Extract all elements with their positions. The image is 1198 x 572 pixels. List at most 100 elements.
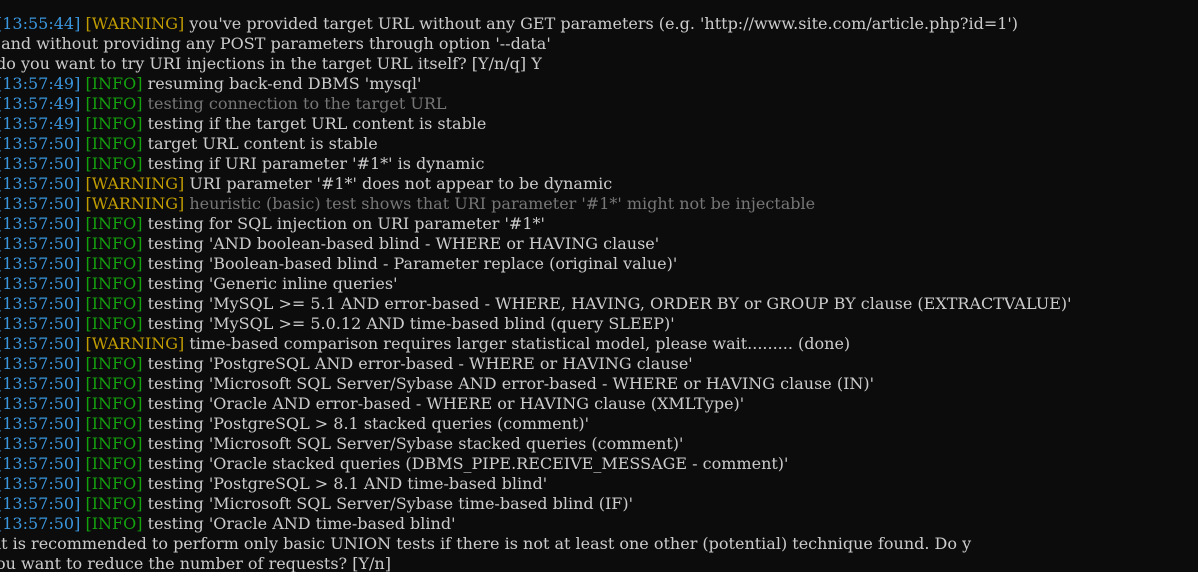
log-level-badge: INFO	[91, 94, 137, 113]
log-message: testing 'Oracle stacked queries (DBMS_PI…	[147, 454, 789, 473]
log-timestamp: 13:57:50	[2, 394, 75, 413]
log-timestamp: 13:57:50	[2, 134, 75, 153]
log-line: [13:57:50] [INFO] testing 'Microsoft SQL…	[0, 434, 684, 453]
log-level-badge: INFO	[91, 274, 137, 293]
log-timestamp: 13:57:50	[2, 414, 75, 433]
log-line: [13:57:50] [INFO] testing 'PostgreSQL AN…	[0, 354, 693, 373]
log-line: [13:57:50] [INFO] testing 'Oracle AND ti…	[0, 514, 456, 533]
log-line: [13:57:50] [INFO] testing 'Microsoft SQL…	[0, 374, 875, 393]
log-timestamp: 13:57:50	[2, 454, 75, 473]
log-message: testing 'Oracle AND error-based - WHERE …	[147, 394, 745, 413]
log-timestamp: 13:57:50	[2, 434, 75, 453]
console-text-line: do you want to try URI injections in the…	[0, 54, 542, 74]
log-timestamp: 13:57:49	[2, 94, 75, 113]
log-level-badge: WARNING	[91, 174, 179, 193]
log-timestamp: 13:57:50	[2, 214, 75, 233]
log-line: [13:57:50] [WARNING] heuristic (basic) t…	[0, 194, 816, 213]
log-line: [13:57:50] [INFO] testing for SQL inject…	[0, 214, 545, 233]
log-line: [13:57:49] [INFO] testing connection to …	[0, 94, 447, 113]
console-text-line: ou want to reduce the number of requests…	[0, 554, 391, 572]
log-timestamp: 13:57:50	[2, 254, 75, 273]
log-message: testing if the target URL content is sta…	[147, 114, 487, 133]
console-text: do you want to try URI injections in the…	[0, 54, 542, 73]
log-line: [13:57:50] [INFO] testing 'AND boolean-b…	[0, 234, 660, 253]
log-level-badge: INFO	[91, 414, 137, 433]
log-level-badge: INFO	[91, 454, 137, 473]
log-level-badge: INFO	[91, 214, 137, 233]
log-line: [13:57:50] [INFO] testing 'PostgreSQL > …	[0, 414, 590, 433]
log-level-badge: INFO	[91, 514, 137, 533]
log-timestamp: 13:57:50	[2, 354, 75, 373]
console-text-line: and without providing any POST parameter…	[0, 34, 551, 54]
log-line: [13:57:50] [INFO] testing 'MySQL >= 5.0.…	[0, 314, 675, 333]
log-level-badge: INFO	[91, 494, 137, 513]
log-message: testing 'PostgreSQL AND error-based - WH…	[147, 354, 693, 373]
log-line: [13:57:50] [INFO] testing 'Oracle AND er…	[0, 394, 745, 413]
log-level-badge: INFO	[91, 354, 137, 373]
log-line: [13:57:49] [INFO] resuming back-end DBMS…	[0, 74, 422, 93]
console-text: ou want to reduce the number of requests…	[0, 554, 391, 572]
log-timestamp: 13:57:50	[2, 494, 75, 513]
log-message: testing 'Oracle AND time-based blind'	[147, 514, 456, 533]
log-line: [13:57:50] [WARNING] URI parameter '#1*'…	[0, 174, 613, 193]
log-message: you've provided target URL without any G…	[189, 14, 1019, 33]
log-timestamp: 13:57:50	[2, 334, 75, 353]
log-message: testing 'Generic inline queries'	[147, 274, 398, 293]
log-message: testing 'MySQL >= 5.1 AND error-based - …	[147, 294, 1072, 313]
log-message: testing 'Microsoft SQL Server/Sybase tim…	[147, 494, 634, 513]
log-line: [13:57:50] [INFO] testing 'Generic inlin…	[0, 274, 398, 293]
log-message: URI parameter '#1*' does not appear to b…	[189, 174, 613, 193]
log-timestamp: 13:57:49	[2, 74, 75, 93]
log-timestamp: 13:57:50	[2, 314, 75, 333]
log-level-badge: INFO	[91, 294, 137, 313]
log-level-badge: INFO	[91, 394, 137, 413]
log-level-badge: INFO	[91, 474, 137, 493]
log-message: testing 'MySQL >= 5.0.12 AND time-based …	[147, 314, 675, 333]
log-message: heuristic (basic) test shows that URI pa…	[189, 194, 816, 213]
log-timestamp: 13:57:50	[2, 194, 75, 213]
console-text: it is recommended to perform only basic …	[0, 534, 972, 553]
log-line: [13:57:50] [WARNING] time-based comparis…	[0, 334, 851, 353]
log-level-badge: WARNING	[91, 334, 179, 353]
log-level-badge: INFO	[91, 254, 137, 273]
console-text: and without providing any POST parameter…	[0, 34, 551, 53]
log-timestamp: 13:55:44	[2, 14, 75, 33]
log-timestamp: 13:57:49	[2, 114, 75, 133]
log-level-badge: WARNING	[91, 194, 179, 213]
log-message: testing for SQL injection on URI paramet…	[147, 214, 545, 233]
log-level-badge: INFO	[91, 114, 137, 133]
log-line: [13:57:50] [INFO] target URL content is …	[0, 134, 378, 153]
log-level-badge: INFO	[91, 434, 137, 453]
log-timestamp: 13:57:50	[2, 234, 75, 253]
log-message: testing 'PostgreSQL > 8.1 AND time-based…	[147, 474, 548, 493]
console-text-line: it is recommended to perform only basic …	[0, 534, 971, 554]
log-timestamp: 13:57:50	[2, 294, 75, 313]
log-line: [13:57:50] [INFO] testing 'Microsoft SQL…	[0, 494, 634, 513]
log-line: [13:57:50] [INFO] testing 'MySQL >= 5.1 …	[0, 294, 1072, 313]
log-level-badge: WARNING	[91, 14, 179, 33]
log-message: testing 'AND boolean-based blind - WHERE…	[147, 234, 660, 253]
log-line: [13:57:50] [INFO] testing 'Boolean-based…	[0, 254, 678, 273]
log-message: time-based comparison requires larger st…	[189, 334, 851, 353]
log-timestamp: 13:57:50	[2, 474, 75, 493]
log-message: testing 'Microsoft SQL Server/Sybase AND…	[147, 374, 875, 393]
log-timestamp: 13:57:50	[2, 274, 75, 293]
log-level-badge: INFO	[91, 74, 137, 93]
log-line: [13:55:44] [WARNING] you've provided tar…	[0, 14, 1019, 33]
log-level-badge: INFO	[91, 234, 137, 253]
log-level-badge: INFO	[91, 314, 137, 333]
log-timestamp: 13:57:50	[2, 374, 75, 393]
log-level-badge: INFO	[91, 374, 137, 393]
log-timestamp: 13:57:50	[2, 514, 75, 533]
log-message: testing connection to the target URL	[147, 94, 447, 113]
log-level-badge: INFO	[91, 154, 137, 173]
log-message: resuming back-end DBMS 'mysql'	[147, 74, 422, 93]
log-message: testing 'PostgreSQL > 8.1 stacked querie…	[147, 414, 590, 433]
log-timestamp: 13:57:50	[2, 154, 75, 173]
terminal-window[interactable]: [13:55:44] [WARNING] you've provided tar…	[0, 0, 1198, 572]
log-level-badge: INFO	[91, 134, 137, 153]
log-line: [13:57:50] [INFO] testing 'PostgreSQL > …	[0, 474, 548, 493]
log-message: testing 'Microsoft SQL Server/Sybase sta…	[147, 434, 684, 453]
log-message: testing 'Boolean-based blind - Parameter…	[147, 254, 678, 273]
log-line: [13:57:50] [INFO] testing if URI paramet…	[0, 154, 485, 173]
